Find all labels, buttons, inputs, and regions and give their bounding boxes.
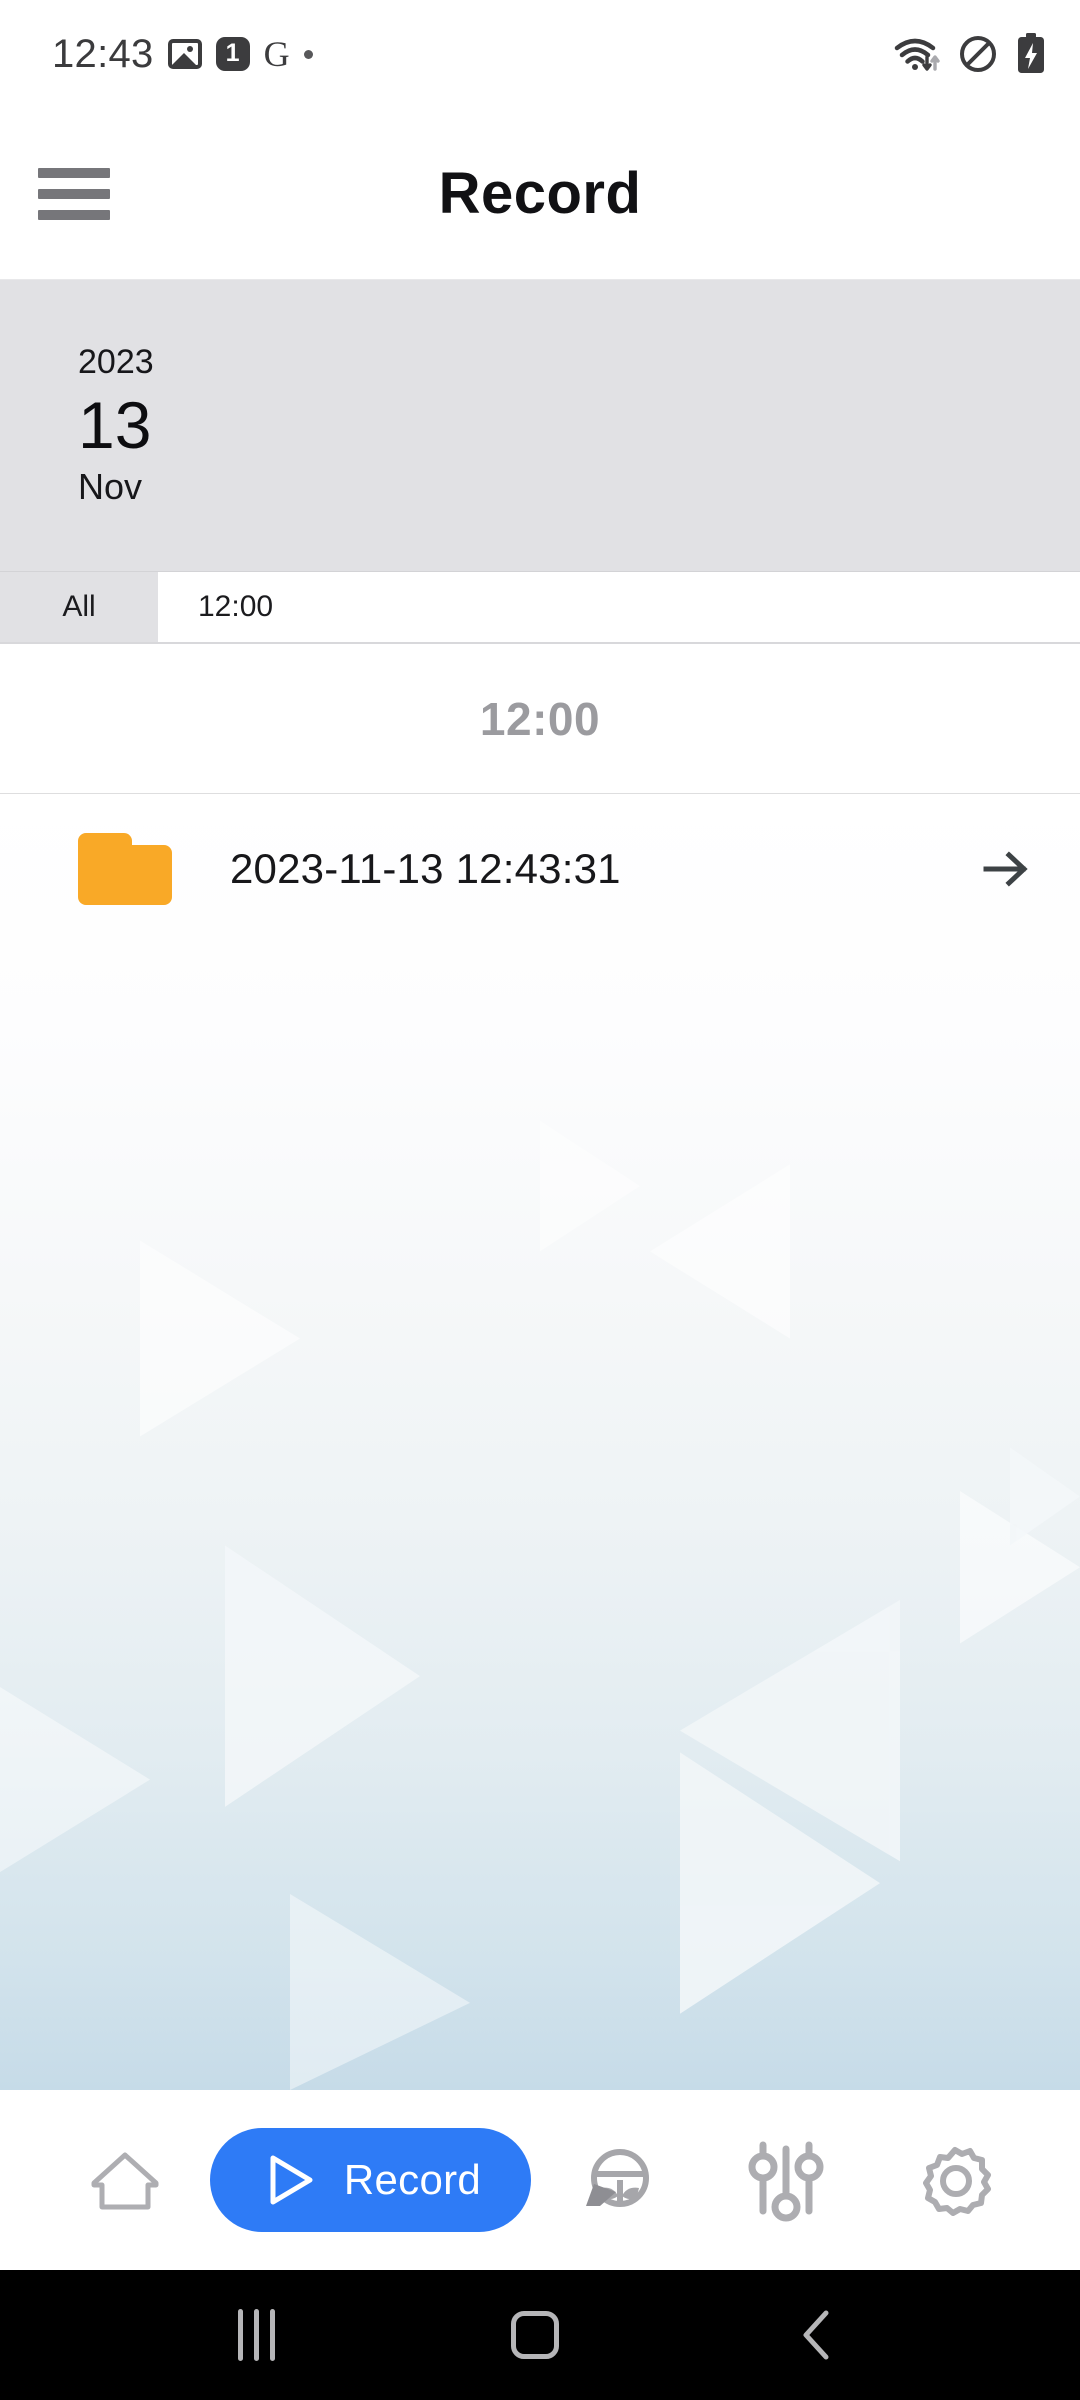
record-button-label: Record bbox=[343, 2156, 482, 2203]
recents-bar bbox=[254, 2309, 260, 2361]
notification-count-badge: 1 bbox=[215, 37, 250, 71]
dot-icon bbox=[303, 49, 313, 59]
back-chevron-icon bbox=[803, 2310, 829, 2360]
folder-icon bbox=[78, 833, 172, 905]
play-icon bbox=[270, 2155, 313, 2205]
gear-icon bbox=[923, 2147, 992, 2216]
tab-all[interactable]: All bbox=[0, 572, 158, 642]
background-pattern bbox=[0, 1120, 1080, 2090]
bottom-navigation: Record bbox=[0, 2090, 1080, 2270]
steering-wheel-icon bbox=[586, 2149, 650, 2207]
google-icon: G bbox=[263, 34, 290, 74]
status-bar: 12:43 1 G bbox=[0, 0, 1080, 108]
home-icon bbox=[91, 2152, 159, 2210]
hamburger-line bbox=[38, 209, 110, 220]
recents-icon bbox=[238, 2309, 276, 2361]
nav-item-home[interactable] bbox=[40, 2137, 209, 2223]
record-button[interactable]: Record bbox=[209, 2128, 532, 2232]
hamburger-menu-icon[interactable] bbox=[38, 167, 110, 220]
tab-1200[interactable]: 12:00 bbox=[158, 572, 1080, 642]
file-list: 2023-11-13 12:43:31 bbox=[0, 794, 1080, 944]
recents-bar bbox=[270, 2309, 276, 2361]
sliders-icon bbox=[748, 2141, 824, 2222]
tab-strip: All 12:00 bbox=[0, 572, 1080, 644]
recording-list-area: 2023-11-13 12:43:31 bbox=[0, 794, 1080, 2090]
arrow-right-icon[interactable] bbox=[978, 841, 1034, 897]
back-button[interactable] bbox=[796, 2307, 842, 2363]
phone-screen: 12:43 1 G Record 2023 13 Nov All 12:00 1… bbox=[0, 0, 1080, 2400]
hamburger-line bbox=[38, 188, 110, 199]
date-month: Nov bbox=[78, 466, 143, 508]
nav-item-driving[interactable] bbox=[532, 2134, 701, 2226]
home-square-icon bbox=[511, 2311, 560, 2359]
android-navigation-bar bbox=[0, 2270, 1080, 2400]
list-item[interactable]: 2023-11-13 12:43:31 bbox=[0, 794, 1080, 944]
recents-button[interactable] bbox=[238, 2309, 276, 2361]
group-header-label: 12:00 bbox=[479, 692, 601, 745]
status-bar-left: 12:43 1 G bbox=[52, 32, 313, 77]
date-day: 13 bbox=[78, 388, 152, 463]
home-button[interactable] bbox=[511, 2311, 560, 2359]
notification-count-label: 1 bbox=[225, 38, 240, 67]
date-year: 2023 bbox=[78, 342, 154, 381]
do-not-disturb-icon bbox=[960, 36, 996, 72]
page-title: Record bbox=[438, 161, 642, 226]
recents-bar bbox=[238, 2309, 244, 2361]
battery-charging-icon bbox=[1018, 33, 1044, 73]
nav-item-tune[interactable] bbox=[701, 2135, 870, 2225]
wifi-icon bbox=[894, 38, 940, 71]
status-bar-right bbox=[894, 33, 1046, 75]
hamburger-line bbox=[38, 167, 110, 178]
app-bar: Record bbox=[0, 108, 1080, 280]
image-icon bbox=[167, 39, 202, 69]
group-header: 12:00 bbox=[0, 644, 1080, 794]
nav-item-settings[interactable] bbox=[870, 2136, 1039, 2224]
list-item-label: 2023-11-13 12:43:31 bbox=[230, 845, 621, 892]
nav-item-record[interactable]: Record bbox=[209, 2128, 532, 2232]
date-card[interactable]: 2023 13 Nov bbox=[0, 280, 1080, 572]
status-bar-clock: 12:43 bbox=[52, 31, 154, 76]
folder-body bbox=[78, 845, 172, 905]
